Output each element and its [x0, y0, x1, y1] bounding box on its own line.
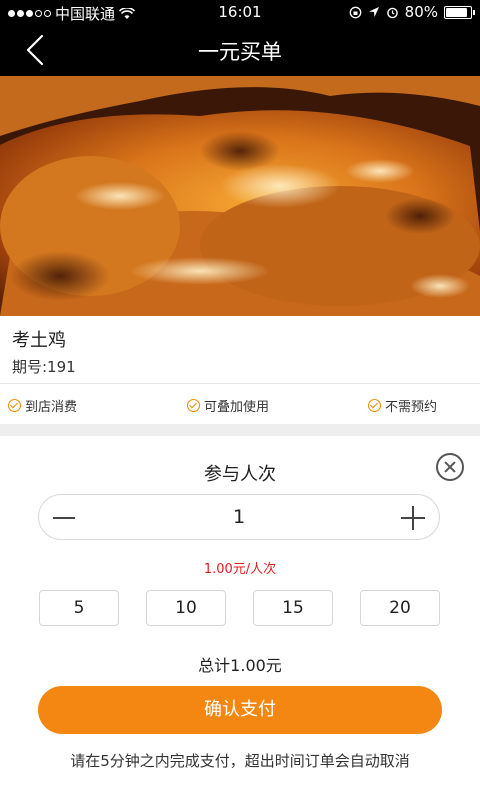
feature-item: 不需预约	[368, 396, 437, 415]
close-icon[interactable]	[436, 453, 464, 481]
check-circle-icon	[368, 399, 381, 412]
navigation-bar: 一元买单	[0, 24, 480, 76]
unit-price: 1.00元/人次	[203, 562, 277, 577]
quick-quantity-button[interactable]: 5	[39, 590, 119, 626]
status-bar: 中国联通 16:01 80%	[0, 0, 480, 24]
feature-label: 可叠加使用	[204, 400, 270, 415]
quick-quantity-button[interactable]: 15	[253, 590, 333, 626]
feature-item: 可叠加使用	[187, 396, 269, 415]
total-amount: 总计1.00元	[198, 656, 282, 675]
product-name: 考土鸡	[12, 330, 66, 351]
alarm-icon	[386, 7, 398, 18]
page-title: 一元买单	[198, 40, 282, 64]
feature-label: 到店消费	[25, 400, 78, 415]
sheet-title: 参与人次	[204, 464, 276, 485]
battery-icon	[444, 5, 475, 19]
product-image	[0, 76, 480, 316]
rotation-lock-icon	[349, 6, 362, 18]
product-info: 考土鸡 期号:191	[0, 316, 480, 382]
feature-label: 不需预约	[385, 400, 438, 415]
feature-list: 到店消费 可叠加使用 不需预约	[0, 389, 480, 421]
divider	[0, 383, 480, 384]
purchase-sheet: 参与人次 1 1.00元/人次 5 10 15 20 总计1.00元 确认支付 …	[0, 436, 480, 800]
quantity-value[interactable]: 1	[39, 506, 439, 528]
status-icons: 80%	[349, 3, 475, 21]
check-circle-icon	[187, 399, 200, 412]
issue-number: 期号:191	[12, 358, 76, 376]
feature-item: 到店消费	[8, 396, 77, 415]
plus-icon[interactable]	[401, 506, 425, 530]
check-circle-icon	[8, 399, 21, 412]
location-icon	[368, 7, 379, 17]
quick-quantity-button[interactable]: 10	[146, 590, 226, 626]
section-separator	[0, 424, 480, 436]
battery-percentage: 80%	[404, 3, 438, 21]
payment-notice: 请在5分钟之内完成支付，超出时间订单会自动取消	[70, 752, 410, 770]
confirm-pay-button[interactable]: 确认支付	[38, 686, 442, 734]
quick-quantity-button[interactable]: 20	[360, 590, 440, 626]
quantity-stepper: 1	[38, 494, 440, 540]
